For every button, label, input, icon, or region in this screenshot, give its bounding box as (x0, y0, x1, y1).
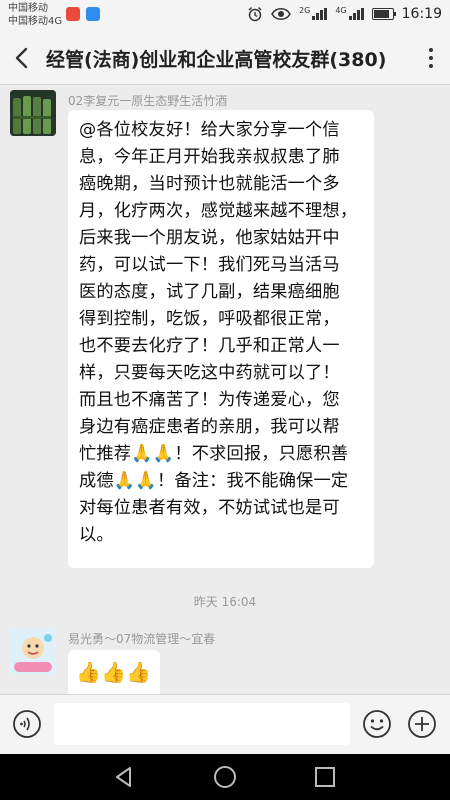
more-functions-button[interactable] (407, 709, 437, 739)
carrier-info: 中国移动 中国移动4G (8, 2, 62, 28)
message-bubble[interactable]: 👍👍👍 (68, 650, 160, 694)
plus-icon (408, 710, 436, 738)
system-home-button[interactable] (213, 765, 237, 789)
sender-name: 易光勇～07物流管理～宜春 (68, 632, 216, 646)
network-type-1: 2G (299, 5, 311, 15)
clock: 16:19 (401, 6, 442, 22)
more-vertical-icon (429, 56, 433, 60)
battery-icon (371, 8, 396, 20)
message-input[interactable] (54, 703, 350, 745)
chat-title: 经管(法商)创业和企业高管校友群(380) (46, 49, 387, 71)
status-bar: 中国移动 中国移动4G 2G 4G 16:19 (0, 0, 450, 32)
network-type-2: 4G (335, 5, 347, 15)
more-vertical-icon (429, 64, 433, 68)
input-bar (0, 694, 450, 755)
back-arrow-icon (15, 47, 28, 69)
emoji-button[interactable] (362, 709, 392, 739)
cartoon-avatar (10, 628, 56, 674)
alarm-icon (248, 6, 262, 22)
carrier-1: 中国移动 (8, 3, 48, 14)
square-recents-icon (315, 767, 335, 787)
sender-name: 02李复元一原生态野生活竹酒 (68, 94, 228, 108)
more-vertical-icon (429, 48, 433, 52)
bamboo-bottles-avatar (10, 90, 56, 136)
status-icons: 2G 4G 16:19 (247, 6, 442, 22)
back-button[interactable] (8, 42, 38, 74)
app-notification-icon (66, 7, 80, 21)
timestamp: 昨天 16:04 (193, 595, 257, 609)
circle-home-icon (214, 766, 236, 788)
message-text: @各位校友好！给大家分享一个信 息，今年正月开始我亲叔叔患了肺 癌晚期，当时预计… (79, 120, 358, 545)
eye-icon (271, 8, 291, 20)
carrier-2: 中国移动4G (8, 16, 63, 27)
more-options-button[interactable] (426, 48, 436, 70)
voice-button[interactable] (12, 709, 42, 739)
system-back-button[interactable] (112, 765, 136, 789)
signal-icon (348, 8, 364, 20)
avatar[interactable] (10, 628, 56, 674)
system-recents-button[interactable] (313, 765, 337, 789)
message-text: 👍👍👍 (76, 660, 152, 684)
voice-icon (13, 710, 41, 738)
avatar[interactable] (10, 90, 56, 136)
signal-icon (312, 8, 328, 20)
notification-icons (66, 7, 100, 21)
chat-header: 经管(法商)创业和企业高管校友群(380) (0, 32, 450, 85)
triangle-back-icon (116, 767, 131, 787)
emoji-icon (363, 710, 391, 738)
message-bubble[interactable]: @各位校友好！给大家分享一个信 息，今年正月开始我亲叔叔患了肺 癌晚期，当时预计… (68, 110, 374, 568)
message-notification-icon (86, 7, 100, 21)
system-navigation-bar (0, 754, 450, 800)
